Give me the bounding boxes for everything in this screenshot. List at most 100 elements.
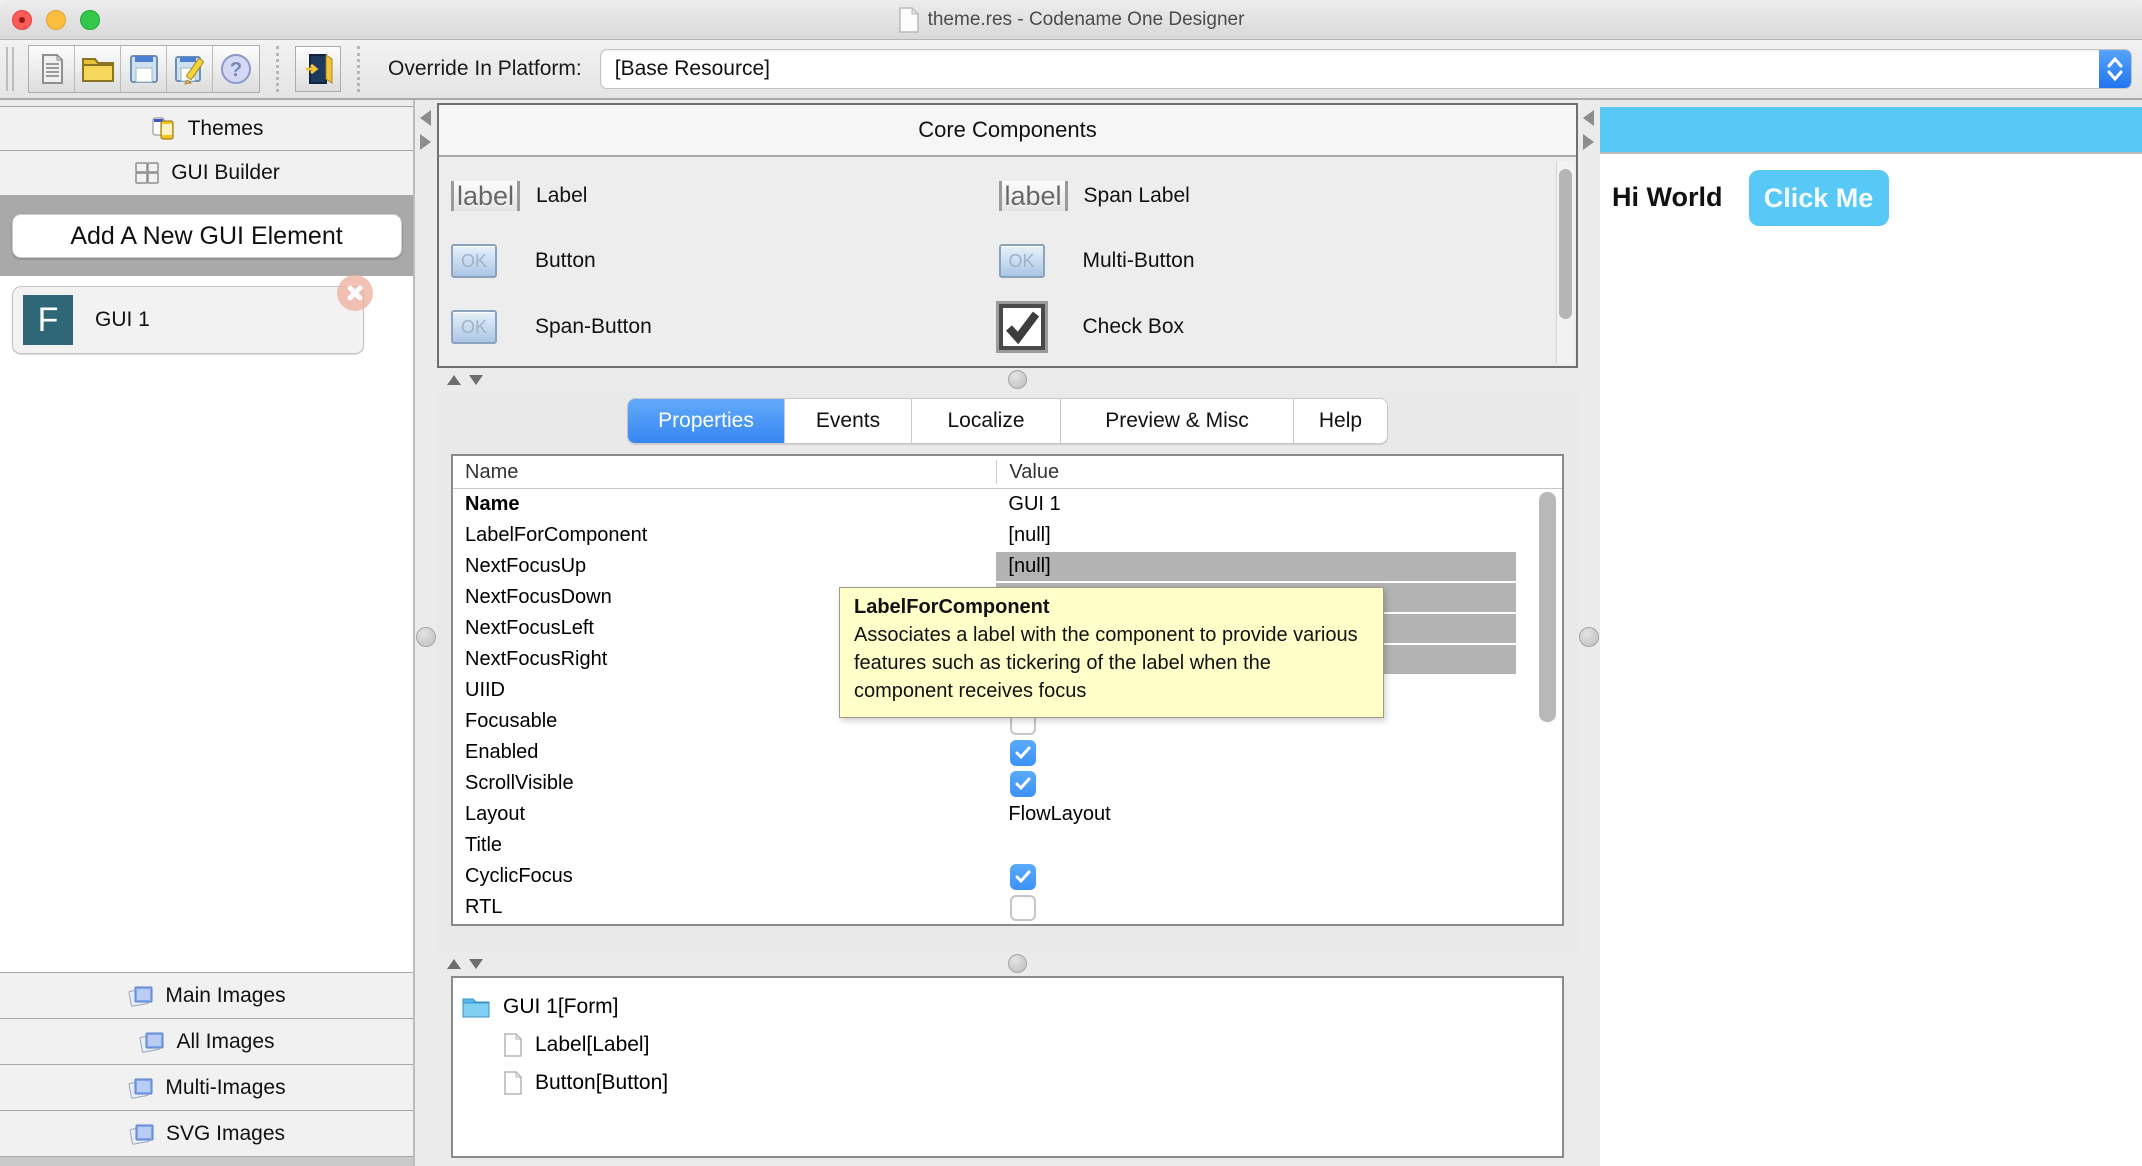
splitter-handle[interactable] — [416, 627, 436, 647]
new-document-button[interactable] — [29, 46, 75, 92]
table-row[interactable]: Layout FlowLayout — [453, 799, 1562, 830]
collapse-down-icon[interactable] — [469, 959, 483, 969]
platform-combobox[interactable]: [Base Resource] — [599, 49, 2132, 89]
sidebar-item-gui-builder[interactable]: GUI Builder — [0, 151, 413, 196]
collapse-up-icon[interactable] — [447, 375, 461, 385]
collapse-up-icon[interactable] — [447, 959, 461, 969]
ok-button-icon: OK — [451, 244, 497, 279]
tree-node-label: Label[Label] — [535, 1033, 650, 1056]
tab-events[interactable]: Events — [785, 399, 912, 443]
horizontal-splitter[interactable] — [437, 952, 1578, 976]
preview-splitter[interactable] — [1578, 100, 1600, 1166]
collapse-down-icon[interactable] — [469, 375, 483, 385]
sidebar-item-main-images[interactable]: Main Images — [0, 972, 413, 1018]
palette-item-multi-button[interactable]: OK Multi-Button — [998, 229, 1547, 295]
table-row[interactable]: CyclicFocus — [453, 861, 1562, 892]
gui-element-list: F GUI 1 — [0, 275, 413, 972]
folder-icon — [462, 998, 490, 1018]
toolbar: ? Override In Platform: [Base Resource] — [0, 40, 2142, 100]
save-as-button[interactable] — [167, 46, 213, 92]
minimize-window-icon[interactable] — [46, 9, 66, 30]
new-document-icon — [41, 53, 63, 84]
horizontal-splitter[interactable] — [437, 368, 1578, 392]
checkbox-unchecked-icon[interactable] — [1010, 894, 1037, 921]
core-components-title: Core Components — [918, 117, 1097, 142]
tree-node-button-component[interactable]: Button[Button] — [461, 1064, 1554, 1102]
splitter-handle[interactable] — [1579, 627, 1599, 647]
table-row[interactable]: Name GUI 1 — [453, 489, 1562, 520]
themes-icon — [152, 117, 174, 139]
properties-table: Name Value Name GUI 1 LabelForComponent … — [451, 454, 1564, 926]
table-row[interactable]: NextFocusUp [null] — [453, 551, 1562, 582]
sidebar-item-label: Multi-Images — [165, 1075, 286, 1099]
table-row[interactable]: ScrollVisible — [453, 768, 1562, 799]
table-row[interactable]: LabelForComponent [null] — [453, 520, 1562, 551]
table-row[interactable]: RTL — [453, 892, 1562, 923]
sidebar-item-all-images[interactable]: All Images — [0, 1018, 413, 1064]
add-new-gui-element-button[interactable]: Add A New GUI Element — [11, 214, 402, 258]
palette-item-button[interactable]: OK Button — [451, 229, 999, 295]
tree-node-form[interactable]: GUI 1[Form] — [461, 988, 1554, 1026]
window-title: theme.res - Codename One Designer — [927, 8, 1245, 30]
collapse-left-icon[interactable] — [420, 110, 431, 126]
sidebar-splitter[interactable] — [415, 100, 437, 1166]
sidebar-item-themes[interactable]: Themes — [0, 106, 413, 151]
tab-preview-misc[interactable]: Preview & Misc — [1061, 399, 1294, 443]
help-button[interactable]: ? — [213, 46, 259, 92]
sidebar-item-label: GUI Builder — [171, 161, 280, 184]
tree-node-label-component[interactable]: Label[Label] — [461, 1026, 1554, 1064]
sidebar-item-multi-images[interactable]: Multi-Images — [0, 1064, 413, 1110]
tab-properties[interactable]: Properties — [628, 399, 785, 443]
preview-click-me-button[interactable]: Click Me — [1748, 170, 1889, 226]
palette-item-span-label[interactable]: label Span Label — [998, 163, 1547, 229]
gui-element-card[interactable]: F GUI 1 — [12, 275, 373, 354]
palette-item-check-box[interactable]: Check Box — [995, 294, 1547, 360]
core-components-list: label Label label Span Label OK Button O… — [439, 157, 1576, 366]
property-value[interactable]: GUI 1 — [996, 493, 1060, 516]
sidebar-item-label: Themes — [187, 116, 264, 140]
property-value[interactable]: [null] — [996, 524, 1050, 547]
tree-node-label: Button[Button] — [535, 1071, 669, 1094]
save-icon — [129, 55, 158, 83]
column-header-value[interactable]: Value — [996, 460, 1562, 484]
combobox-stepper-icon[interactable] — [2099, 50, 2131, 88]
toolbar-grip[interactable] — [6, 47, 14, 91]
close-window-icon[interactable] — [12, 9, 32, 30]
splitter-handle[interactable] — [1007, 370, 1027, 389]
open-resource-button[interactable] — [75, 46, 121, 92]
delete-gui-element-icon[interactable] — [337, 275, 373, 311]
tab-help[interactable]: Help — [1294, 399, 1387, 443]
label-glyph-icon: label — [998, 180, 1068, 211]
svg-text:?: ? — [230, 59, 242, 81]
property-value[interactable]: FlowLayout — [996, 803, 1110, 826]
app-window: theme.res - Codename One Designer ? Over… — [0, 0, 2142, 1166]
sidebar-item-svg-images[interactable]: SVG Images — [0, 1110, 413, 1156]
scrollbar-thumb[interactable] — [1559, 169, 1572, 319]
column-header-name[interactable]: Name — [453, 461, 996, 484]
properties-scrollbar-thumb[interactable] — [1539, 492, 1556, 722]
palette-item-label[interactable]: label Label — [451, 163, 999, 229]
help-icon: ? — [221, 54, 251, 84]
live-preview-panel: Hi World Click Me — [1600, 100, 2142, 1166]
splitter-handle[interactable] — [1007, 954, 1027, 973]
table-row[interactable]: Title — [453, 830, 1562, 861]
tooltip-title: LabelForComponent — [854, 596, 1050, 618]
sidebar-item-label: All Images — [176, 1029, 275, 1053]
exit-button[interactable] — [295, 46, 341, 92]
zoom-window-icon[interactable] — [80, 9, 100, 30]
property-tooltip: LabelForComponent Associates a label wit… — [839, 587, 1384, 718]
checkbox-checked-icon[interactable] — [1010, 739, 1037, 766]
tab-localize[interactable]: Localize — [912, 399, 1061, 443]
expand-right-icon[interactable] — [1583, 134, 1594, 150]
checkbox-checked-icon[interactable] — [1010, 863, 1037, 890]
table-row[interactable]: Enabled — [453, 737, 1562, 768]
images-icon — [128, 986, 153, 1007]
save-button[interactable] — [121, 46, 167, 92]
palette-item-span-button[interactable]: OK Span-Button — [451, 294, 999, 360]
collapse-left-icon[interactable] — [1583, 110, 1594, 126]
expand-right-icon[interactable] — [420, 134, 431, 150]
core-components-scrollbar[interactable] — [1556, 161, 1574, 364]
sidebar: Themes GUI Builder Add A New GUI Element… — [0, 100, 415, 1166]
checkbox-checked-icon[interactable] — [1010, 770, 1037, 797]
property-value-cell-selected[interactable]: [null] — [996, 552, 1516, 581]
